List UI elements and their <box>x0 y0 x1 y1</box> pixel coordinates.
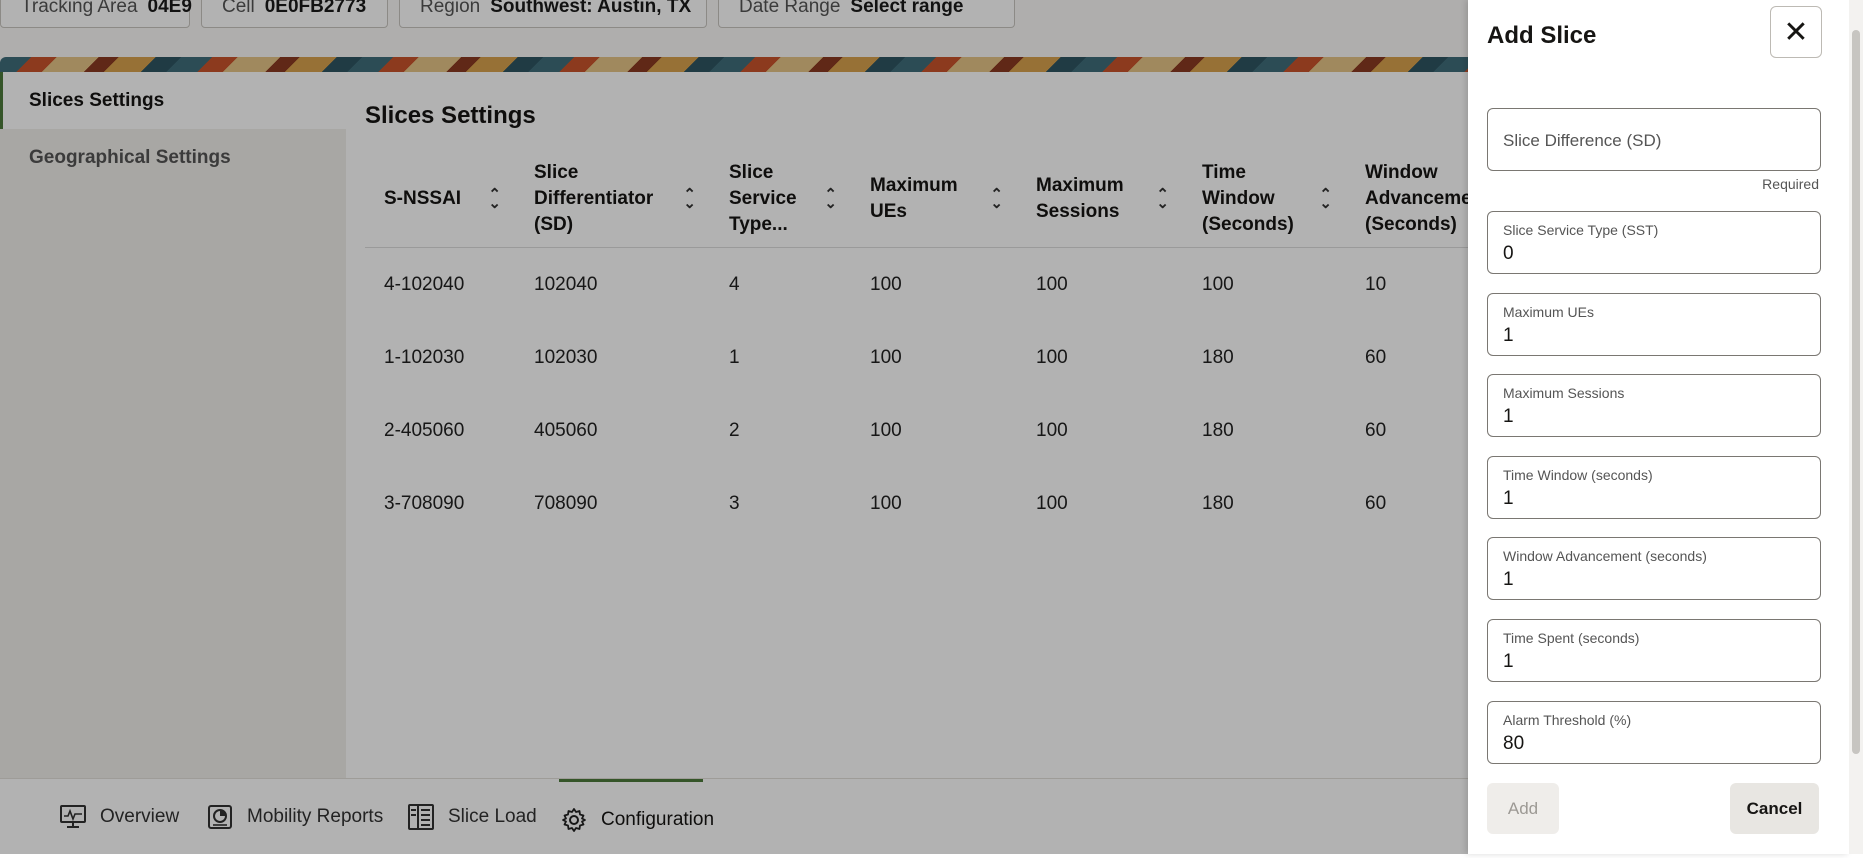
field-label: Maximum UEs <box>1503 304 1595 320</box>
field-value: 80 <box>1503 733 1525 754</box>
add-button[interactable]: Add <box>1487 783 1559 834</box>
field-label: Time Window (seconds) <box>1503 467 1653 483</box>
required-hint: Required <box>1762 176 1819 192</box>
field-value: 1 <box>1503 651 1514 672</box>
add-slice-drawer: Add Slice ✕ Slice Difference (SD) Requir… <box>1468 0 1849 854</box>
field-value: 1 <box>1503 406 1514 427</box>
field-value: 1 <box>1503 569 1514 590</box>
close-button[interactable]: ✕ <box>1770 6 1822 58</box>
close-icon: ✕ <box>1783 15 1809 49</box>
drawer-title: Add Slice <box>1487 22 1597 49</box>
slice-difference-input[interactable]: Slice Difference (SD) <box>1487 108 1821 171</box>
field-label: Window Advancement (seconds) <box>1503 548 1707 564</box>
field-label: Time Spent (seconds) <box>1503 630 1640 646</box>
field-label: Slice Service Type (SST) <box>1503 222 1659 238</box>
cancel-button[interactable]: Cancel <box>1730 783 1819 834</box>
modal-scrim[interactable] <box>0 0 1468 854</box>
maximum-ues-input[interactable]: Maximum UEs 1 <box>1487 293 1821 356</box>
alarm-threshold-input[interactable]: Alarm Threshold (%) 80 <box>1487 701 1821 764</box>
field-placeholder: Slice Difference (SD) <box>1503 131 1662 150</box>
window-advancement-input[interactable]: Window Advancement (seconds) 1 <box>1487 537 1821 600</box>
field-value: 1 <box>1503 488 1514 509</box>
field-label: Alarm Threshold (%) <box>1503 712 1632 728</box>
field-label: Maximum Sessions <box>1503 385 1625 401</box>
maximum-sessions-input[interactable]: Maximum Sessions 1 <box>1487 374 1821 437</box>
slice-service-type-input[interactable]: Slice Service Type (SST) 0 <box>1487 211 1821 274</box>
app-root: Tracking Area 04E9 Cell 0E0FB2773 Region… <box>0 0 1863 855</box>
scrollbar-thumb[interactable] <box>1852 30 1860 754</box>
field-value: 0 <box>1503 243 1514 264</box>
field-value: 1 <box>1503 325 1514 346</box>
time-window-input[interactable]: Time Window (seconds) 1 <box>1487 456 1821 519</box>
time-spent-input[interactable]: Time Spent (seconds) 1 <box>1487 619 1821 682</box>
